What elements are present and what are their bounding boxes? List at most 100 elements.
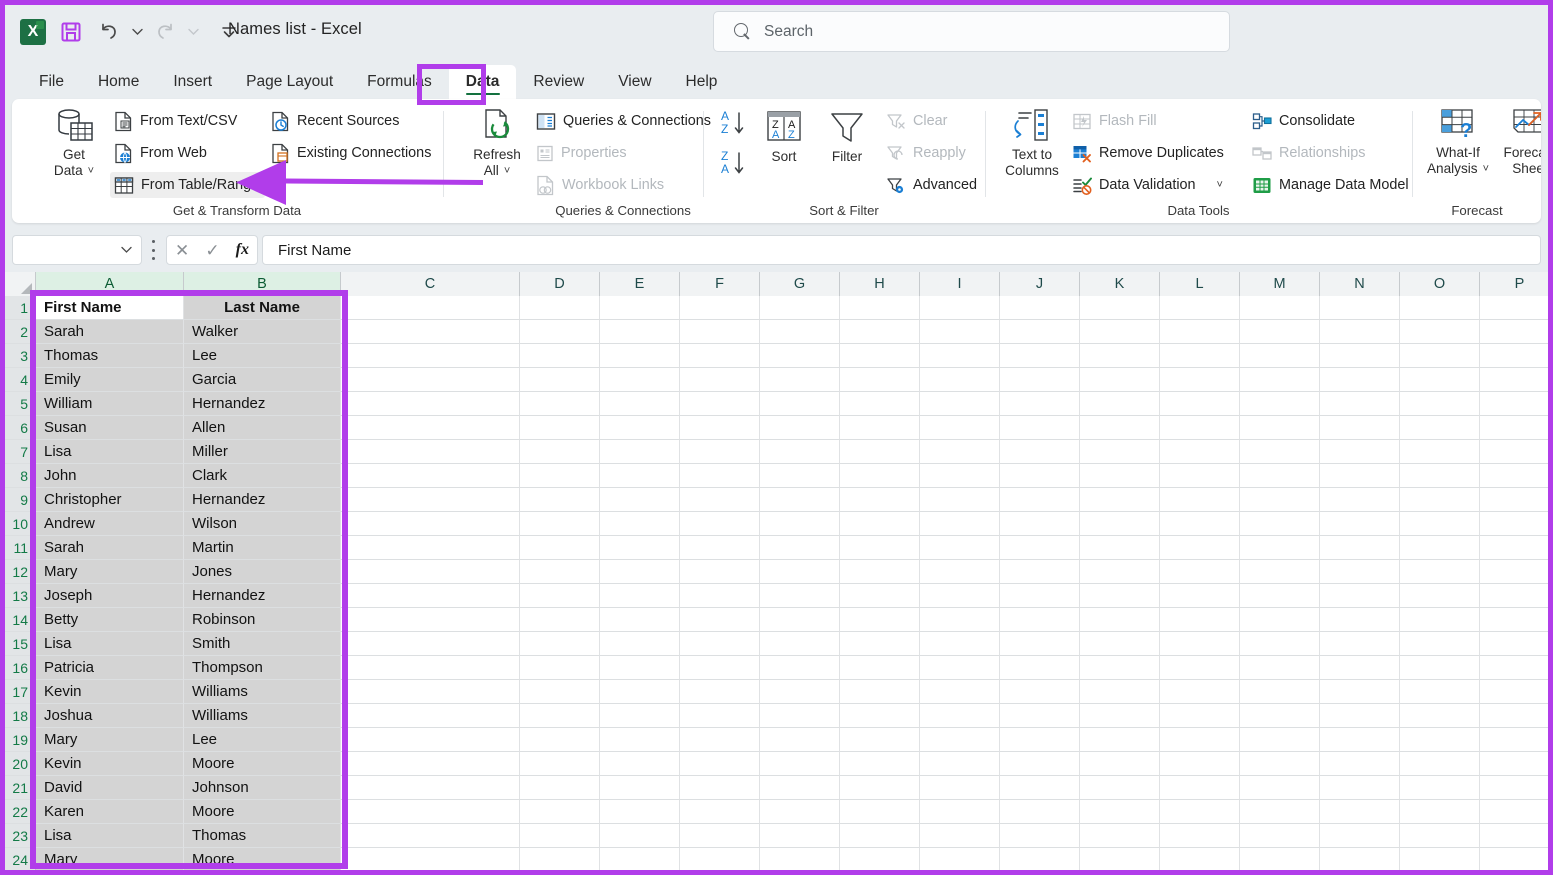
cell-a14[interactable]: Betty <box>36 608 184 632</box>
column-header-k[interactable]: K <box>1080 272 1160 296</box>
cell-j9[interactable] <box>1000 488 1080 512</box>
cell-b24[interactable]: Moore <box>184 848 341 872</box>
cell-e13[interactable] <box>600 584 680 608</box>
cell-j11[interactable] <box>1000 536 1080 560</box>
cell-p15[interactable] <box>1480 632 1553 656</box>
cell-j15[interactable] <box>1000 632 1080 656</box>
cell-p24[interactable] <box>1480 848 1553 872</box>
row-header-24[interactable]: 24 <box>0 848 36 872</box>
cell-f20[interactable] <box>680 752 760 776</box>
cell-i2[interactable] <box>920 320 1000 344</box>
cell-g2[interactable] <box>760 320 840 344</box>
cell-m23[interactable] <box>1240 824 1320 848</box>
cell-i16[interactable] <box>920 656 1000 680</box>
cell-a17[interactable]: Kevin <box>36 680 184 704</box>
cell-l19[interactable] <box>1160 728 1240 752</box>
consolidate-button[interactable]: Consolidate <box>1248 108 1361 134</box>
cell-m14[interactable] <box>1240 608 1320 632</box>
cell-c14[interactable] <box>341 608 520 632</box>
cell-c8[interactable] <box>341 464 520 488</box>
select-all-corner-button[interactable] <box>0 272 36 296</box>
get-data-button[interactable]: Get Data ˅ <box>36 107 112 179</box>
cell-b3[interactable]: Lee <box>184 344 341 368</box>
cell-b16[interactable]: Thompson <box>184 656 341 680</box>
cell-b14[interactable]: Robinson <box>184 608 341 632</box>
cell-h14[interactable] <box>840 608 920 632</box>
cell-d19[interactable] <box>520 728 600 752</box>
cell-c17[interactable] <box>341 680 520 704</box>
cell-o14[interactable] <box>1400 608 1480 632</box>
cell-n20[interactable] <box>1320 752 1400 776</box>
cell-p17[interactable] <box>1480 680 1553 704</box>
column-header-n[interactable]: N <box>1320 272 1400 296</box>
cell-c3[interactable] <box>341 344 520 368</box>
cell-i7[interactable] <box>920 440 1000 464</box>
cell-a3[interactable]: Thomas <box>36 344 184 368</box>
cell-j2[interactable] <box>1000 320 1080 344</box>
cell-k10[interactable] <box>1080 512 1160 536</box>
cell-l8[interactable] <box>1160 464 1240 488</box>
sort-az-button[interactable]: AZ <box>712 107 754 141</box>
cell-p20[interactable] <box>1480 752 1553 776</box>
cell-c24[interactable] <box>341 848 520 872</box>
cell-d4[interactable] <box>520 368 600 392</box>
cell-o15[interactable] <box>1400 632 1480 656</box>
cancel-entry-icon[interactable]: ✕ <box>175 242 189 259</box>
cell-a11[interactable]: Sarah <box>36 536 184 560</box>
cell-b17[interactable]: Williams <box>184 680 341 704</box>
undo-dropdown-chevron-down-icon[interactable] <box>128 15 146 49</box>
cell-p8[interactable] <box>1480 464 1553 488</box>
cell-m13[interactable] <box>1240 584 1320 608</box>
cell-a6[interactable]: Susan <box>36 416 184 440</box>
cell-o20[interactable] <box>1400 752 1480 776</box>
cell-a19[interactable]: Mary <box>36 728 184 752</box>
cell-j16[interactable] <box>1000 656 1080 680</box>
cell-i11[interactable] <box>920 536 1000 560</box>
cell-n24[interactable] <box>1320 848 1400 872</box>
row-header-3[interactable]: 3 <box>0 344 36 368</box>
cell-e7[interactable] <box>600 440 680 464</box>
confirm-entry-icon[interactable]: ✓ <box>205 242 219 259</box>
cell-a1[interactable]: First Name <box>36 296 184 320</box>
get-data-chevron-down-icon[interactable]: ˅ <box>88 166 94 177</box>
row-header-20[interactable]: 20 <box>0 752 36 776</box>
cell-g4[interactable] <box>760 368 840 392</box>
tab-view[interactable]: View <box>601 65 668 99</box>
cell-p16[interactable] <box>1480 656 1553 680</box>
cell-o24[interactable] <box>1400 848 1480 872</box>
cell-d10[interactable] <box>520 512 600 536</box>
manage-data-model-button[interactable]: Manage Data Model <box>1248 172 1415 198</box>
cell-j18[interactable] <box>1000 704 1080 728</box>
cell-n21[interactable] <box>1320 776 1400 800</box>
what-if-analysis-button[interactable]: ? What-If Analysis ˅ <box>1423 107 1493 177</box>
cell-h24[interactable] <box>840 848 920 872</box>
tab-help[interactable]: Help <box>669 65 735 99</box>
save-icon[interactable] <box>52 15 90 49</box>
cell-j14[interactable] <box>1000 608 1080 632</box>
search-input[interactable]: Search <box>713 11 1230 52</box>
tab-data[interactable]: Data <box>449 65 517 99</box>
cell-d5[interactable] <box>520 392 600 416</box>
cell-a22[interactable]: Karen <box>36 800 184 824</box>
cell-e17[interactable] <box>600 680 680 704</box>
cell-e24[interactable] <box>600 848 680 872</box>
cell-n1[interactable] <box>1320 296 1400 320</box>
cell-b18[interactable]: Williams <box>184 704 341 728</box>
formula-input[interactable]: First Name <box>262 235 1541 265</box>
cell-b5[interactable]: Hernandez <box>184 392 341 416</box>
cell-o16[interactable] <box>1400 656 1480 680</box>
cell-e19[interactable] <box>600 728 680 752</box>
cell-j17[interactable] <box>1000 680 1080 704</box>
cell-c20[interactable] <box>341 752 520 776</box>
cell-i22[interactable] <box>920 800 1000 824</box>
cell-k22[interactable] <box>1080 800 1160 824</box>
cell-p7[interactable] <box>1480 440 1553 464</box>
name-box-chevron-down-icon[interactable] <box>121 246 132 254</box>
cell-e23[interactable] <box>600 824 680 848</box>
cell-o7[interactable] <box>1400 440 1480 464</box>
row-header-9[interactable]: 9 <box>0 488 36 512</box>
cell-c1[interactable] <box>341 296 520 320</box>
cell-p23[interactable] <box>1480 824 1553 848</box>
cell-m24[interactable] <box>1240 848 1320 872</box>
cell-p21[interactable] <box>1480 776 1553 800</box>
